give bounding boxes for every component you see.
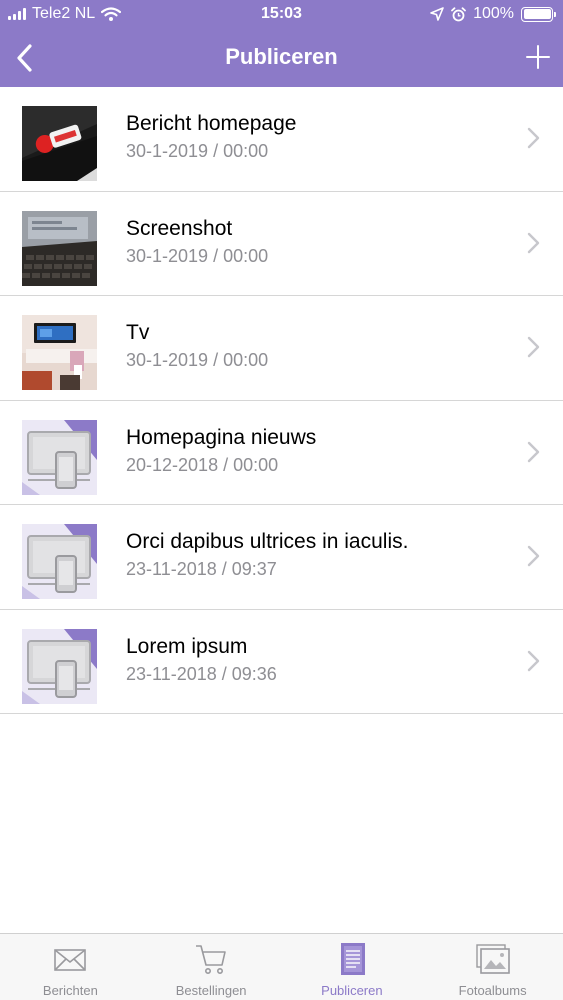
nav-bar: Publiceren — [0, 30, 563, 87]
tab-bar: Berichten Bestellingen Publiceren Fotoal… — [0, 933, 563, 1000]
page-title: Publiceren — [225, 44, 338, 69]
location-arrow-icon — [430, 7, 444, 21]
thumbnail-keyboard-photo — [22, 210, 97, 286]
add-button[interactable] — [523, 42, 553, 72]
thumbnail-tv-photo — [22, 315, 97, 390]
item-date: 23-11-2018 / 09:37 — [126, 559, 277, 579]
thumbnail-devices-placeholder — [22, 419, 97, 495]
tab-label: Bestellingen — [175, 983, 247, 998]
battery-percentage: 100% — [473, 5, 514, 22]
chevron-right-icon — [527, 545, 540, 567]
list-item[interactable]: Homepagina nieuws 20-12-2018 / 00:00 — [0, 400, 563, 505]
status-bar: Tele2 NL 15:03 100% — [0, 0, 563, 30]
plus-icon — [526, 45, 550, 69]
chevron-right-icon — [527, 441, 540, 462]
envelope-icon — [54, 949, 87, 971]
tab-berichten[interactable]: Berichten — [0, 934, 141, 1000]
alarm-icon — [451, 6, 466, 21]
item-title: Screenshot — [126, 216, 233, 240]
list-item[interactable]: Bericht homepage 30-1-2019 / 00:00 — [0, 87, 563, 192]
item-title: Lorem ipsum — [126, 634, 248, 658]
item-date: 30-1-2019 / 00:00 — [126, 245, 269, 266]
item-date: 30-1-2019 / 00:00 — [126, 141, 269, 161]
tab-label: Fotoalbums — [458, 983, 527, 998]
item-title: Orci dapibus ultrices in iaculis. — [126, 530, 409, 553]
photo-album-icon — [475, 944, 510, 974]
list-item[interactable]: Orci dapibus ultrices in iaculis. 23-11-… — [0, 505, 563, 610]
tab-label: Berichten — [42, 983, 98, 998]
thumbnail-devices-placeholder — [22, 628, 97, 704]
list-item[interactable]: Lorem ipsum 23-11-2018 / 09:36 — [0, 609, 563, 714]
tab-publiceren[interactable]: Publiceren — [282, 934, 423, 1000]
chevron-right-icon — [527, 232, 540, 253]
chevron-right-icon — [527, 127, 540, 149]
header: Tele2 NL 15:03 100% Publiceren — [0, 0, 563, 87]
item-title: Homepagina nieuws — [126, 425, 317, 449]
status-right: 100% — [430, 5, 556, 23]
tab-label: Publiceren — [321, 983, 383, 998]
item-date: 20-12-2018 / 00:00 — [126, 454, 279, 475]
tab-fotoalbums[interactable]: Fotoalbums — [422, 934, 563, 1000]
item-title: Tv — [126, 321, 150, 344]
item-date: 30-1-2019 / 00:00 — [126, 350, 269, 370]
item-title: Bericht homepage — [126, 112, 297, 135]
cart-icon — [196, 945, 226, 974]
battery-level — [523, 9, 551, 19]
list-item[interactable]: Screenshot 30-1-2019 / 00:00 — [0, 191, 563, 296]
publication-list: Bericht homepage 30-1-2019 / 00:00 Scree… — [0, 87, 563, 714]
document-icon — [340, 943, 365, 975]
thumbnail-devices-placeholder — [22, 524, 97, 599]
chevron-right-icon — [527, 336, 540, 358]
thumbnail-laptop-photo — [22, 106, 97, 181]
chevron-right-icon — [527, 650, 540, 671]
list-item[interactable]: Tv 30-1-2019 / 00:00 — [0, 296, 563, 401]
item-date: 23-11-2018 / 09:36 — [126, 663, 277, 684]
tab-bestellingen[interactable]: Bestellingen — [141, 934, 282, 1000]
battery-icon — [521, 6, 556, 22]
